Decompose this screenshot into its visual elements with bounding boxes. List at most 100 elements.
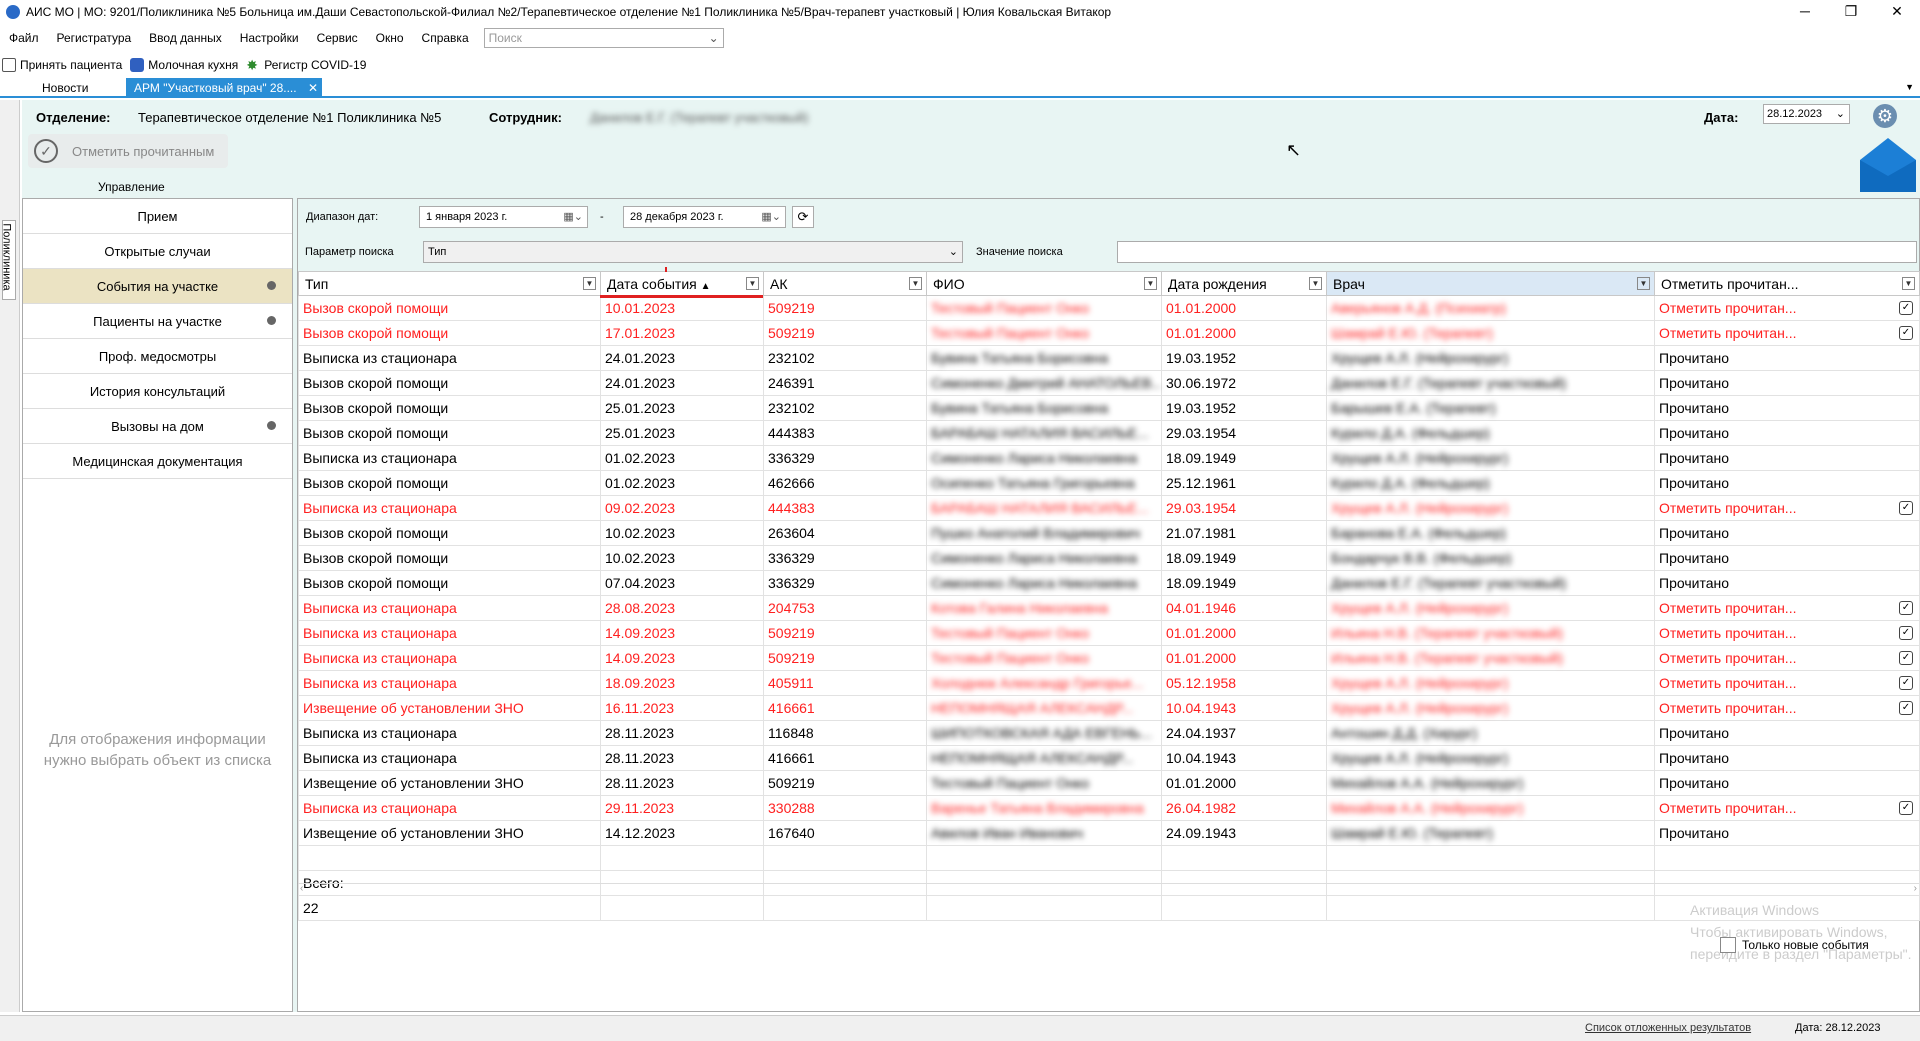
table-row[interactable]: Вызов скорой помощи 01.02.2023 462666 Осипе… xyxy=(298,470,1920,496)
table-row[interactable]: Выписка из стационара 14.09.2023 509219 Тес… xyxy=(298,645,1920,671)
deferred-results-link[interactable]: Список отложенных результатов xyxy=(1585,1022,1751,1034)
refresh-button[interactable]: ⟳ xyxy=(792,206,814,228)
scroll-right-icon[interactable]: › xyxy=(1914,883,1917,894)
date-picker[interactable]: 28.12.2023 ⌄ xyxy=(1763,104,1850,124)
status-bar: Список отложенных результатов Дата: 28.1… xyxy=(0,1015,1920,1041)
nav-item-reception[interactable]: Прием xyxy=(23,199,292,234)
accept-patient-button[interactable]: Принять пациента xyxy=(0,58,128,72)
column-header-ak[interactable]: АК ▼ xyxy=(763,271,927,296)
table-row[interactable]: Извещение об установлении ЗНО 16.11.2023 4… xyxy=(298,695,1920,721)
table-row[interactable]: Выписка из стационара 29.11.2023 330288 Вар… xyxy=(298,795,1920,821)
menu-service[interactable]: Сервис xyxy=(308,31,367,45)
table-row[interactable]: Извещение об установлении ЗНО 28.11.2023 5… xyxy=(298,770,1920,796)
menu-settings[interactable]: Настройки xyxy=(231,31,308,45)
new-only-toggle[interactable]: Только новые события xyxy=(1720,937,1869,953)
table-row[interactable]: Выписка из стационара 09.02.2023 444383 БАР… xyxy=(298,495,1920,521)
menu-registry[interactable]: Регистратура xyxy=(48,31,141,45)
tab-news[interactable]: Новости xyxy=(34,78,96,98)
mark-read-checkbox-icon[interactable]: ✓ xyxy=(1899,326,1913,340)
chevron-down-icon[interactable]: ⌄ xyxy=(709,29,719,47)
mark-read-checkbox-icon[interactable]: ✓ xyxy=(1899,701,1913,715)
filter-icon[interactable]: ▼ xyxy=(1902,277,1915,290)
cell-fio: Котова Галина Николаевна xyxy=(926,595,1162,621)
table-row[interactable]: Выписка из стационара 28.08.2023 204753 Кот… xyxy=(298,595,1920,621)
tabs-menu-icon[interactable]: ▼ xyxy=(1905,82,1914,92)
table-row[interactable]: Выписка из стационара 14.09.2023 509219 Тес… xyxy=(298,620,1920,646)
mark-read-checkbox-icon[interactable]: ✓ xyxy=(1899,801,1913,815)
nav-item-district-patients[interactable]: Пациенты на участке xyxy=(23,304,292,339)
gear-icon[interactable]: ⚙ xyxy=(1873,104,1897,128)
table-row[interactable]: Выписка из стационара 28.11.2023 416661 НЕП… xyxy=(298,745,1920,771)
nav-item-checkups[interactable]: Проф. медосмотры xyxy=(23,339,292,374)
cell-doctor: Хрущев А.Л. (Нейрохирург) xyxy=(1326,445,1655,471)
column-header-doctor[interactable]: Врач ▼ xyxy=(1326,271,1655,296)
menu-data-entry[interactable]: Ввод данных xyxy=(140,31,231,45)
filter-icon[interactable]: ▼ xyxy=(746,277,759,290)
mark-read-checkbox-icon[interactable]: ✓ xyxy=(1899,676,1913,690)
filter-icon[interactable]: ▼ xyxy=(1309,277,1322,290)
column-header-fio[interactable]: ФИО ▼ xyxy=(926,271,1162,296)
covid-registry-button[interactable]: ✸ Регистр COVID-19 xyxy=(244,58,372,72)
cell-type: Вызов скорой помощи xyxy=(298,470,601,496)
mark-read-checkbox-icon[interactable]: ✓ xyxy=(1899,301,1913,315)
search-value-input[interactable] xyxy=(1117,241,1917,263)
table-row[interactable]: Вызов скорой помощи 10.01.2023 509219 Тесто… xyxy=(298,295,1920,321)
column-header-event-date[interactable]: Дата события ▲ ▼ xyxy=(600,271,764,296)
table-row[interactable]: Вызов скорой помощи 10.02.2023 336329 Симон… xyxy=(298,545,1920,571)
new-only-checkbox[interactable] xyxy=(1720,937,1736,953)
mail-icon[interactable] xyxy=(1860,138,1916,192)
nav-item-consultations[interactable]: История консультаций xyxy=(23,374,292,409)
maximize-button[interactable]: ❐ xyxy=(1828,0,1874,24)
search-param-select[interactable]: Тип ⌄ xyxy=(423,241,963,263)
check-circle-icon: ✓ xyxy=(34,139,58,163)
nav-item-home-calls[interactable]: Вызовы на дом xyxy=(23,409,292,444)
table-row[interactable]: Выписка из стационара 24.01.2023 232102 Був… xyxy=(298,345,1920,371)
mark-read-checkbox-icon[interactable]: ✓ xyxy=(1899,651,1913,665)
menu-search-input[interactable]: Поиск ⌄ xyxy=(483,28,724,48)
filter-icon[interactable]: ▼ xyxy=(1144,277,1157,290)
mark-read-checkbox-icon[interactable]: ✓ xyxy=(1899,601,1913,615)
table-row[interactable]: Выписка из стационара 28.11.2023 116848 ШИП… xyxy=(298,720,1920,746)
cell-birthdate: 01.01.2000 xyxy=(1161,645,1327,671)
table-row[interactable]: Вызов скорой помощи 17.01.2023 509219 Тесто… xyxy=(298,320,1920,346)
nav-item-medical-docs[interactable]: Медицинская документация xyxy=(23,444,292,479)
menu-file[interactable]: Файл xyxy=(0,31,48,45)
polyclinic-side-tab[interactable]: Поликлиника xyxy=(1,220,16,300)
cell-doctor: Курило Д.А. (Фельдшер) xyxy=(1326,420,1655,446)
filter-icon[interactable]: ▼ xyxy=(1637,277,1650,290)
table-row[interactable]: Вызов скорой помощи 10.02.2023 263604 Пушко… xyxy=(298,520,1920,546)
table-row[interactable]: Вызов скорой помощи 24.01.2023 246391 Симон… xyxy=(298,370,1920,396)
table-row[interactable]: Выписка из стационара 01.02.2023 336329 Сим… xyxy=(298,445,1920,471)
column-header-birthdate[interactable]: Дата рождения ▼ xyxy=(1161,271,1327,296)
cell-ak: 336329 xyxy=(763,545,927,571)
horizontal-scrollbar[interactable]: ‹ › xyxy=(298,883,1919,895)
column-header-mark-read[interactable]: Отметить прочитан... ▼ xyxy=(1654,271,1920,296)
menu-help[interactable]: Справка xyxy=(413,31,478,45)
scroll-left-icon[interactable]: ‹ xyxy=(300,883,303,894)
chevron-down-icon[interactable]: ⌄ xyxy=(949,242,958,262)
calendar-icon[interactable]: ▦⌄ xyxy=(761,207,781,227)
nav-item-district-events[interactable]: События на участке xyxy=(23,269,292,304)
column-header-type[interactable]: Тип ▼ xyxy=(298,271,601,296)
mark-read-checkbox-icon[interactable]: ✓ xyxy=(1899,501,1913,515)
close-tab-icon[interactable]: ✕ xyxy=(308,78,318,98)
milk-kitchen-button[interactable]: Молочная кухня xyxy=(128,58,244,72)
close-button[interactable]: ✕ xyxy=(1874,0,1920,24)
date-to-picker[interactable]: 28 декабря 2023 г. ▦⌄ xyxy=(623,206,786,228)
table-row[interactable]: Выписка из стационара 18.09.2023 405911 Хол… xyxy=(298,670,1920,696)
mark-read-button[interactable]: ✓ Отметить прочитанным xyxy=(28,134,228,168)
calendar-icon[interactable]: ▦⌄ xyxy=(563,207,583,227)
tab-arm-doctor[interactable]: АРМ "Участковый врач" 28.... ✕ xyxy=(126,78,322,98)
table-row[interactable]: Вызов скорой помощи 07.04.2023 336329 Симон… xyxy=(298,570,1920,596)
table-row[interactable]: Вызов скорой помощи 25.01.2023 232102 Бувин… xyxy=(298,395,1920,421)
chevron-down-icon[interactable]: ⌄ xyxy=(1836,105,1845,123)
menu-window[interactable]: Окно xyxy=(367,31,413,45)
filter-icon[interactable]: ▼ xyxy=(909,277,922,290)
filter-icon[interactable]: ▼ xyxy=(583,277,596,290)
mark-read-checkbox-icon[interactable]: ✓ xyxy=(1899,626,1913,640)
table-row[interactable]: Вызов скорой помощи 25.01.2023 444383 БАРАБ… xyxy=(298,420,1920,446)
minimize-button[interactable]: ─ xyxy=(1782,0,1828,24)
date-from-picker[interactable]: 1 января 2023 г. ▦⌄ xyxy=(419,206,588,228)
table-row[interactable]: Извещение об установлении ЗНО 14.12.2023 1… xyxy=(298,820,1920,846)
nav-item-open-cases[interactable]: Открытые случаи xyxy=(23,234,292,269)
